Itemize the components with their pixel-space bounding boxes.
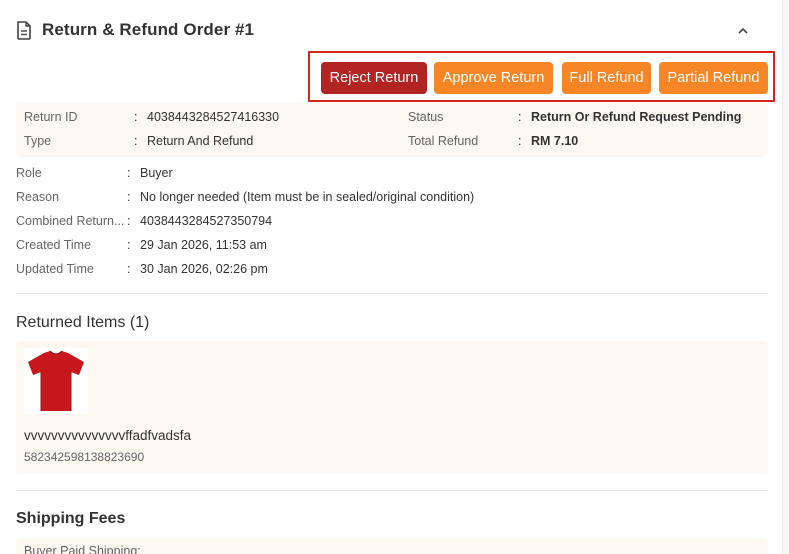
type-value: Return And Refund (147, 134, 254, 148)
scrollbar[interactable] (782, 0, 789, 554)
type-label: Type (24, 134, 52, 148)
buyer-paid-shipping-label: Buyer Paid Shipping: (24, 544, 141, 554)
updated-time-label: Updated Time (16, 262, 94, 276)
reject-return-button[interactable]: Reject Return (321, 62, 427, 94)
return-id-label: Return ID (24, 110, 78, 124)
total-refund-value: RM 7.10 (531, 134, 579, 148)
order-header: Return & Refund Order #1 (16, 20, 254, 40)
colon: : (127, 262, 131, 276)
role-label: Role (16, 166, 42, 180)
returned-items-title: Returned Items (1) (16, 314, 150, 331)
red-tshirt-icon (28, 350, 84, 411)
document-icon (17, 20, 31, 40)
combined-return-value: 4038443284527350794 (140, 214, 273, 228)
colon: : (127, 214, 131, 228)
chevron-up-icon[interactable] (736, 24, 750, 38)
colon: : (134, 134, 138, 148)
reason-value: No longer needed (Item must be in sealed… (140, 190, 475, 204)
divider (16, 293, 768, 294)
colon: : (127, 190, 131, 204)
created-time-value: 29 Jan 2026, 11:53 am (140, 238, 267, 252)
combined-return-label: Combined Return... (16, 214, 125, 228)
divider (16, 490, 768, 491)
item-id: 582342598138823690 (24, 450, 145, 464)
colon: : (127, 238, 131, 252)
status-value: Return Or Refund Request Pending (531, 110, 742, 124)
item-name: vvvvvvvvvvvvvvvffadfvadsfa (24, 428, 192, 443)
page-title: Return & Refund Order #1 (42, 20, 255, 39)
created-time-label: Created Time (16, 238, 92, 252)
colon: : (518, 110, 522, 124)
colon: : (134, 110, 138, 124)
status-label: Status (408, 110, 444, 124)
updated-time-value: 30 Jan 2026, 02:26 pm (140, 262, 268, 276)
approve-return-button[interactable]: Approve Return (434, 62, 553, 94)
role-value: Buyer (140, 166, 173, 180)
colon: : (127, 166, 131, 180)
colon: : (518, 134, 522, 148)
shipping-fees-title: Shipping Fees (16, 510, 126, 527)
return-id-value: 4038443284527416330 (147, 110, 280, 124)
full-refund-button[interactable]: Full Refund (562, 62, 651, 94)
total-refund-label: Total Refund (408, 134, 479, 148)
reason-label: Reason (16, 190, 60, 204)
product-thumbnail[interactable] (24, 348, 88, 414)
partial-refund-button[interactable]: Partial Refund (659, 62, 768, 94)
